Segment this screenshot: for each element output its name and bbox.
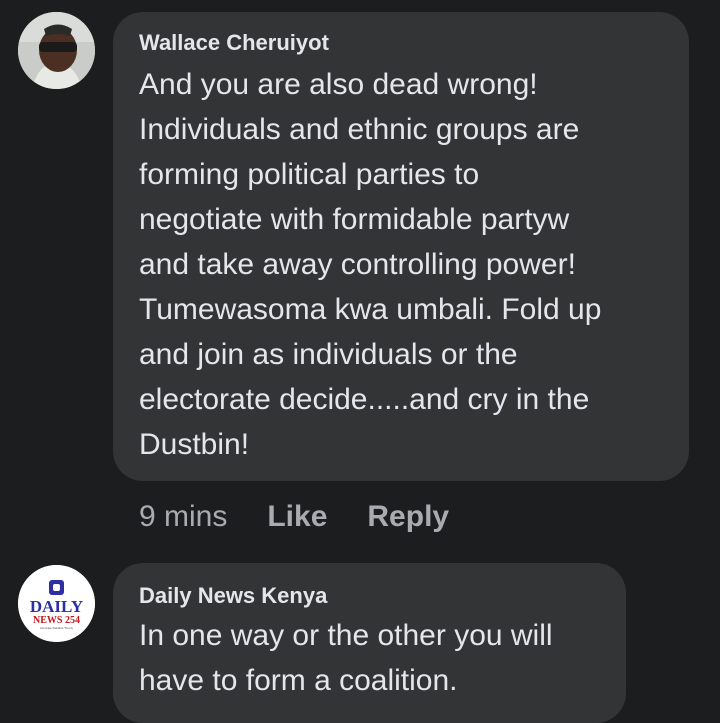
comment-text-line: Individuals and ethnic groups are bbox=[139, 113, 580, 146]
comment-text: In one way or the other you will have to… bbox=[139, 613, 619, 703]
like-button[interactable]: Like bbox=[267, 500, 327, 534]
comment-author[interactable]: Wallace Cheruiyot bbox=[139, 30, 329, 56]
comment-actions: 9 mins Like Reply bbox=[139, 497, 489, 537]
daily-news-logo-icon: DAILY NEWS 254 Accurate Reliable Timely bbox=[18, 565, 95, 642]
svg-text:NEWS 254: NEWS 254 bbox=[33, 615, 80, 626]
comment-text-line: have to form a coalition. bbox=[139, 664, 458, 697]
comment-text-line: Dustbin! bbox=[139, 428, 250, 461]
comment-text-line: and join as individuals or the bbox=[139, 338, 518, 371]
comment-text-line: And you are also dead wrong! bbox=[139, 68, 538, 101]
comment-author[interactable]: Daily News Kenya bbox=[139, 583, 327, 609]
comment-timestamp[interactable]: 9 mins bbox=[139, 500, 227, 534]
comment-text-line: Tumewasoma kwa umbali. Fold up bbox=[139, 293, 602, 326]
comment-bubble: Daily News Kenya In one way or the other… bbox=[113, 563, 626, 723]
comment-text: And you are also dead wrong! Individuals… bbox=[139, 62, 679, 467]
svg-text:DAILY: DAILY bbox=[30, 597, 83, 616]
svg-text:Accurate Reliable Timely: Accurate Reliable Timely bbox=[40, 626, 74, 630]
user-photo-icon bbox=[18, 12, 95, 89]
comment-text-line: negotiate with formidable partyw bbox=[139, 203, 570, 236]
comment-text-line: forming political parties to bbox=[139, 158, 480, 191]
comment-text-line: and take away controlling power! bbox=[139, 248, 576, 281]
avatar[interactable] bbox=[18, 12, 95, 89]
comment-text-line: In one way or the other you will bbox=[139, 619, 553, 652]
avatar[interactable]: DAILY NEWS 254 Accurate Reliable Timely bbox=[18, 565, 95, 642]
comment-text-line: electorate decide.....and cry in the bbox=[139, 383, 590, 416]
reply-button[interactable]: Reply bbox=[367, 500, 449, 534]
comment-bubble: Wallace Cheruiyot And you are also dead … bbox=[113, 12, 689, 481]
